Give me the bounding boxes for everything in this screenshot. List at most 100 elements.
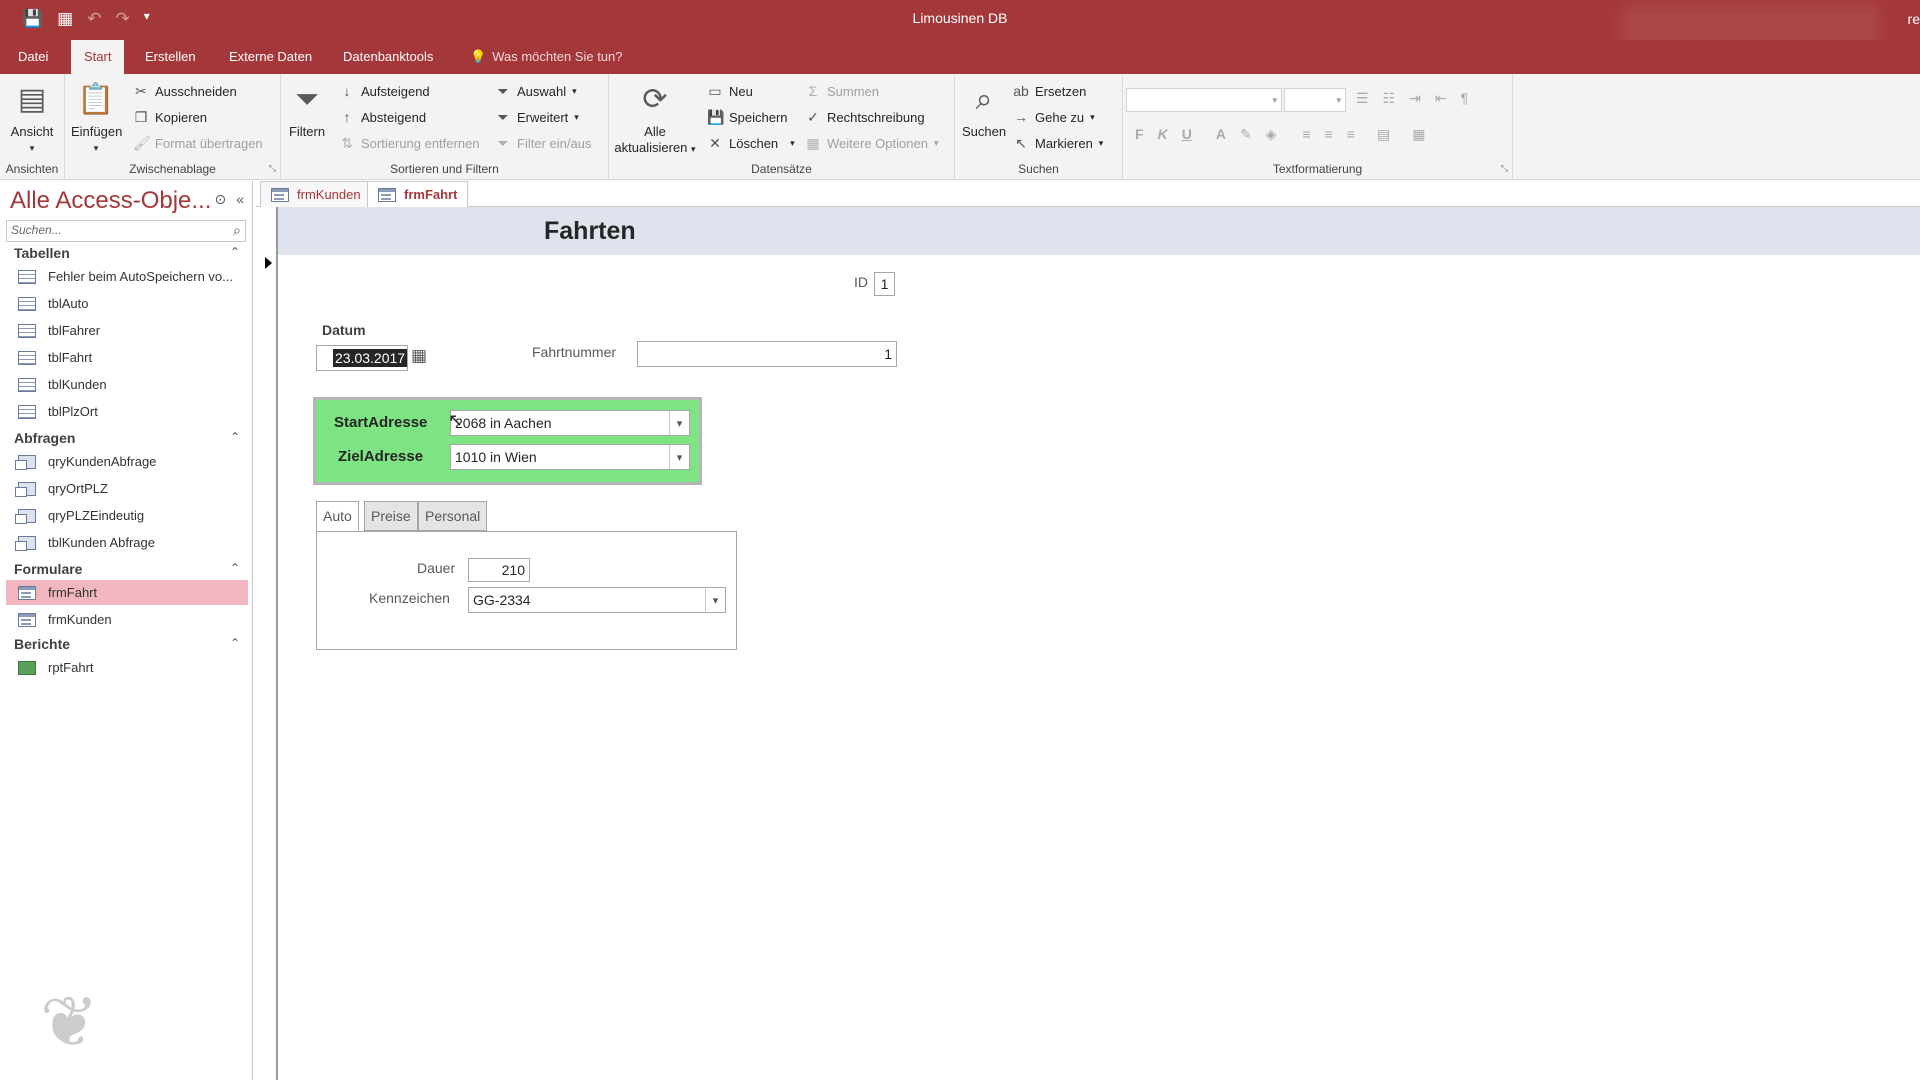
filter-button[interactable]: ⏷ Filtern (287, 80, 327, 140)
cut-button[interactable]: ✂ Ausschneiden (133, 80, 237, 102)
fill-color-icon[interactable]: ◈ (1266, 126, 1277, 143)
chevron-down-icon[interactable]: ▾ (669, 445, 689, 469)
collapse-pane-icon[interactable]: « (236, 191, 244, 208)
nav-item-table[interactable]: tblPlzOrt (6, 399, 248, 424)
align-left-icon[interactable]: ≡ (1302, 126, 1310, 143)
sort-ascending-button[interactable]: ↓ Aufsteigend (339, 80, 430, 102)
tell-me-box[interactable]: 💡 Was möchten Sie tun? (470, 40, 623, 74)
tab-preise[interactable]: Preise (364, 501, 418, 531)
refresh-all-button[interactable]: ⟳ Alle aktualisieren ▾ (613, 80, 697, 157)
remove-sort-button[interactable]: ⇅ Sortierung entfernen (339, 132, 479, 154)
chevron-down-icon[interactable]: ▾ (669, 411, 689, 435)
zieladresse-combo[interactable]: 1010 in Wien ▾ (450, 444, 690, 470)
selection-button[interactable]: ⏷ Auswahl ▾ (495, 80, 576, 102)
highlight-icon[interactable]: ✎ (1240, 126, 1252, 143)
tab-auto[interactable]: Auto (316, 501, 359, 531)
font-size-dropdown[interactable]: ▾ (1284, 88, 1346, 112)
datum-label: Datum (322, 322, 366, 338)
goto-button[interactable]: → Gehe zu ▾ (1013, 106, 1095, 128)
paragraph-direction-icon[interactable]: ¶ (1461, 90, 1469, 107)
dialog-launcher-icon[interactable]: ⤡ (269, 163, 276, 174)
dialog-launcher-icon[interactable]: ⤡ (1501, 163, 1508, 174)
tab-erstellen[interactable]: Erstellen (132, 40, 209, 74)
nav-item-form[interactable]: frmKunden (6, 607, 248, 632)
font-name-dropdown[interactable]: ▾ (1126, 88, 1282, 112)
nav-section-abfragen[interactable]: Abfragen ⌃ (14, 430, 240, 446)
advanced-button[interactable]: ⏷ Erweitert ▾ (495, 106, 578, 128)
chevron-down-icon[interactable]: ▾ (705, 588, 725, 612)
nav-section-tabellen[interactable]: Tabellen ⌃ (14, 245, 240, 261)
datum-field[interactable]: 23.03.2017 (316, 345, 408, 371)
indent-decrease-icon[interactable]: ⇤ (1435, 90, 1447, 107)
kennzeichen-combo[interactable]: GG-2334 ▾ (468, 587, 726, 613)
find-button[interactable]: ⌕ Suchen (959, 80, 1009, 140)
bold-button[interactable]: F (1135, 126, 1144, 143)
paste-button[interactable]: 📋 Einfügen ▾ (71, 80, 122, 156)
search-icon[interactable]: ⌕ (233, 222, 241, 239)
more-options-button[interactable]: ▦ Weitere Optionen ▾ (805, 132, 938, 154)
replace-icon: ab (1013, 83, 1029, 99)
tab-start[interactable]: Start (71, 40, 125, 74)
sort-descending-button[interactable]: ↑ Absteigend (339, 106, 427, 128)
toggle-filter-icon: ⏷ (497, 134, 509, 151)
nav-section-formulare[interactable]: Formulare ⌃ (14, 561, 240, 577)
account-fragment: re (1907, 11, 1920, 27)
fahrtnummer-field[interactable]: 1 (637, 341, 897, 367)
save-record-button[interactable]: 💾 Speichern (707, 106, 788, 128)
chevron-down-circle-icon[interactable]: ⊙ (214, 191, 226, 208)
gridlines-icon[interactable]: ▦ (1412, 126, 1425, 143)
nav-item-query[interactable]: qryPLZEindeutig (6, 503, 248, 528)
nav-item-form-selected[interactable]: frmFahrt (6, 580, 248, 605)
select-button[interactable]: ↖ Markieren ▾ (1013, 132, 1103, 154)
underline-button[interactable]: U (1182, 126, 1192, 143)
format-painter-button[interactable]: 🖌 Format übertragen (133, 132, 263, 154)
align-center-icon[interactable]: ≡ (1325, 126, 1333, 143)
nav-item-table[interactable]: tblKunden (6, 372, 248, 397)
datum-value-selected: 23.03.2017 (333, 349, 408, 367)
indent-increase-icon[interactable]: ⇥ (1409, 90, 1421, 107)
collapse-chevron-icon[interactable]: ⌃ (230, 561, 240, 575)
tab-datei[interactable]: Datei (5, 40, 61, 74)
nav-item-query[interactable]: qryKundenAbfrage (6, 449, 248, 474)
nav-item-table[interactable]: Fehler beim AutoSpeichern vo... (6, 264, 248, 289)
nav-item-query[interactable]: qryOrtPLZ (6, 476, 248, 501)
doc-tab-frmfahrt[interactable]: frmFahrt (367, 181, 469, 207)
spelling-button[interactable]: ✓ Rechtschreibung (805, 106, 924, 128)
calendar-icon[interactable]: ▦ (411, 346, 427, 366)
clipboard-icon: 📋 (77, 83, 115, 116)
collapse-chevron-icon[interactable]: ⌃ (230, 636, 240, 650)
startadresse-combo[interactable]: 2068 in Aachen ▾ (450, 410, 690, 436)
nav-item-table[interactable]: tblFahrer (6, 318, 248, 343)
doc-tab-frmkunden[interactable]: frmKunden (260, 181, 372, 207)
tab-externe-daten[interactable]: Externe Daten (216, 40, 325, 74)
collapse-chevron-icon[interactable]: ⌃ (230, 245, 240, 259)
id-field[interactable]: 1 (874, 272, 895, 296)
record-selector[interactable] (256, 207, 278, 1080)
align-right-icon[interactable]: ≡ (1347, 126, 1355, 143)
nav-section-berichte[interactable]: Berichte ⌃ (14, 636, 240, 652)
tab-personal[interactable]: Personal (418, 501, 488, 531)
view-button[interactable]: ▤ Ansicht ▾ (6, 80, 58, 156)
dauer-field[interactable]: 210 (468, 558, 530, 582)
new-record-button[interactable]: ▭ Neu (707, 80, 752, 102)
bullets-icon[interactable]: ☰ (1356, 90, 1369, 107)
table-icon (18, 269, 36, 284)
nav-search-input[interactable]: Suchen... ⌕ (6, 220, 246, 242)
nav-item-table[interactable]: tblAuto (6, 291, 248, 316)
nav-item-query[interactable]: tblKunden Abfrage (6, 530, 248, 555)
numbering-icon[interactable]: ☷ (1383, 90, 1396, 107)
totals-button[interactable]: Σ Summen (805, 80, 879, 102)
replace-button[interactable]: ab Ersetzen (1013, 80, 1086, 102)
font-color-button[interactable]: A (1216, 126, 1226, 143)
nav-pane-title[interactable]: Alle Access-Obje... (10, 187, 211, 215)
collapse-chevron-icon[interactable]: ⌃ (230, 430, 240, 444)
conditional-format-icon[interactable]: ▤ (1377, 126, 1390, 143)
nav-item-report[interactable]: rptFahrt (6, 655, 248, 680)
nav-item-table[interactable]: tblFahrt (6, 345, 248, 370)
delete-record-button[interactable]: ✕ Löschen ▾ (707, 132, 795, 154)
tab-datenbanktools[interactable]: Datenbanktools (330, 40, 446, 74)
copy-button[interactable]: ❐ Kopieren (133, 106, 207, 128)
toggle-filter-button[interactable]: ⏷ Filter ein/aus (495, 132, 591, 154)
scissors-icon: ✂ (135, 82, 147, 99)
italic-button[interactable]: K (1158, 126, 1168, 143)
